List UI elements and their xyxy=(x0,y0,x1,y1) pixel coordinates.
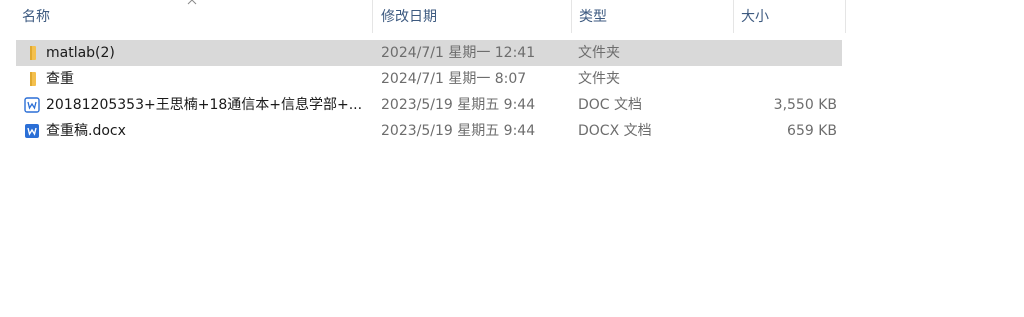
file-date: 2023/5/19 星期五 9:44 xyxy=(381,123,536,139)
file-type: DOCX 文档 xyxy=(578,123,652,139)
file-size: 3,550 KB xyxy=(773,97,837,113)
file-name: matlab(2) xyxy=(46,45,115,61)
column-header-name[interactable]: 名称 xyxy=(16,0,372,33)
column-divider[interactable] xyxy=(733,0,734,33)
file-name: 查重稿.docx xyxy=(46,123,126,139)
column-header-name-label: 名称 xyxy=(22,9,50,25)
file-row[interactable]: 查重 2024/7/1 星期一 8:07 文件夹 xyxy=(16,66,842,92)
file-size: 659 KB xyxy=(787,123,837,139)
column-divider[interactable] xyxy=(845,0,846,33)
folder-icon xyxy=(30,46,36,60)
column-divider[interactable] xyxy=(571,0,572,33)
folder-icon xyxy=(30,72,36,86)
file-type: 文件夹 xyxy=(578,45,620,61)
file-date: 2023/5/19 星期五 9:44 xyxy=(381,97,536,113)
file-name: 查重 xyxy=(46,71,74,87)
column-header-type-label: 类型 xyxy=(579,9,607,25)
file-date: 2024/7/1 星期一 8:07 xyxy=(381,71,527,87)
file-list: matlab(2) 2024/7/1 星期一 12:41 文件夹 查重 2024… xyxy=(16,40,842,144)
column-header-bar: 名称 修改日期 类型 大小 xyxy=(0,0,846,33)
column-divider[interactable] xyxy=(372,0,373,33)
column-header-size[interactable]: 大小 xyxy=(735,0,845,33)
file-size xyxy=(716,66,837,92)
file-row[interactable]: 20181205353+王思楠+18通信本+信息学部+... 2023/5/19… xyxy=(16,92,842,118)
file-date: 2024/7/1 星期一 12:41 xyxy=(381,45,536,61)
column-header-size-label: 大小 xyxy=(741,9,769,25)
column-header-date[interactable]: 修改日期 xyxy=(375,0,572,33)
file-row[interactable]: 查重稿.docx 2023/5/19 星期五 9:44 DOCX 文档 659 … xyxy=(16,118,842,144)
file-size xyxy=(716,40,837,66)
file-row[interactable]: matlab(2) 2024/7/1 星期一 12:41 文件夹 xyxy=(16,40,842,66)
file-type: 文件夹 xyxy=(578,71,620,87)
file-name: 20181205353+王思楠+18通信本+信息学部+... xyxy=(46,97,363,113)
word-docx-icon xyxy=(25,124,39,138)
column-header-type[interactable]: 类型 xyxy=(573,0,733,33)
file-type: DOC 文档 xyxy=(578,97,643,113)
column-header-date-label: 修改日期 xyxy=(381,9,437,25)
word-doc-icon xyxy=(24,97,40,113)
